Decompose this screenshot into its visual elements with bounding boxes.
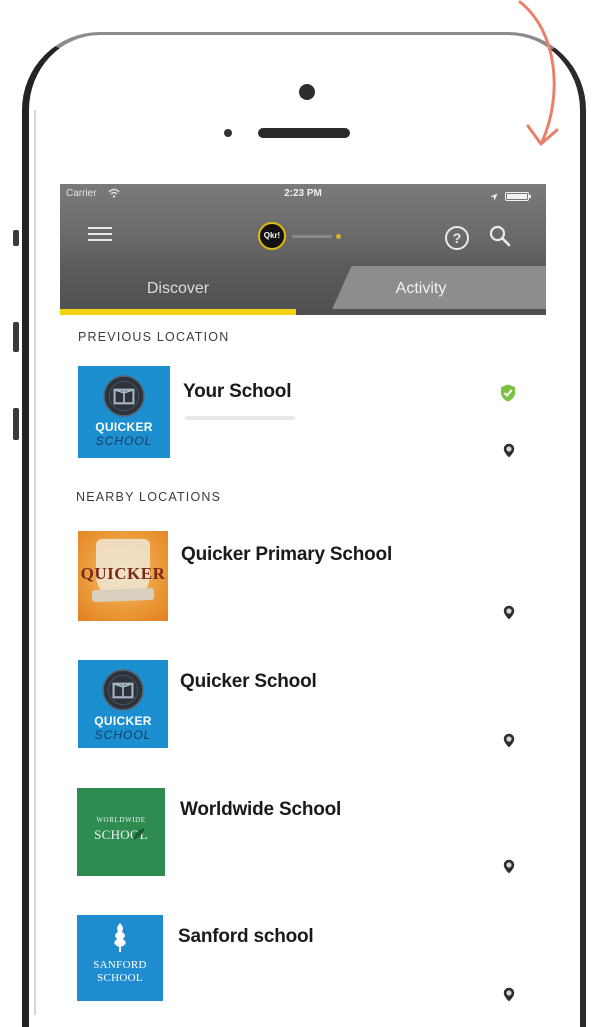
sanford-school-logo: SANFORD SCHOOL <box>77 915 163 1001</box>
hamburger-icon-line <box>88 239 112 241</box>
quicker-primary-school-logo: QUICKER <box>78 531 168 621</box>
app-screen: Carrier 2:23 PM Qkr! ? Discover Activity <box>60 184 546 1027</box>
location-name: Quicker School <box>180 671 317 692</box>
volume-up-button <box>13 322 19 352</box>
hamburger-icon-line <box>88 233 112 235</box>
active-tab-indicator <box>60 309 296 315</box>
front-camera <box>299 84 315 100</box>
location-pin-icon[interactable] <box>503 443 515 458</box>
earpiece-speaker <box>258 128 350 138</box>
hamburger-icon <box>88 227 112 229</box>
tab-discover[interactable]: Discover <box>60 266 296 309</box>
logo-text: SCHOOL <box>94 827 148 842</box>
location-pin-icon[interactable] <box>503 733 515 748</box>
location-name: Your School <box>183 381 292 402</box>
hamburger-menu-button[interactable] <box>86 224 114 246</box>
location-name: Worldwide School <box>180 799 342 820</box>
location-row-quicker-primary-school[interactable]: QUICKER Quicker Primary School <box>60 525 546 635</box>
location-name: Quicker Primary School <box>181 544 393 565</box>
book-emblem-icon <box>103 375 145 417</box>
logo-text: WORLDWIDE <box>96 816 146 824</box>
logo-text: SCHOOL <box>95 434 153 448</box>
location-pin-icon[interactable] <box>503 987 515 1002</box>
quicker-school-logo: QUICKER SCHOOL <box>78 660 168 748</box>
nearby-locations-heading: NEARBY LOCATIONS <box>76 490 222 504</box>
location-row-quicker-school[interactable]: QUICKER SCHOOL Quicker School <box>60 654 546 764</box>
tree-icon <box>114 923 126 952</box>
location-pin-icon[interactable] <box>503 605 515 620</box>
annotation-arrow <box>518 0 559 146</box>
tab-activity[interactable]: Activity <box>296 266 546 309</box>
logo-text: QUICKER <box>94 714 152 728</box>
quicker-school-logo: QUICKER SCHOOL <box>78 366 170 458</box>
qkr-logo: Qkr! <box>258 222 286 250</box>
phone-edge-line <box>34 110 36 1015</box>
logo-accent-dot <box>336 234 341 239</box>
book-emblem-icon <box>102 669 144 711</box>
leaf-mark-icon <box>133 828 145 840</box>
app-header: Carrier 2:23 PM Qkr! ? Discover Activity <box>60 184 546 315</box>
logo-text: QUICKER <box>95 420 153 434</box>
worldwide-school-logo: WORLDWIDE SCHOOL <box>77 788 165 876</box>
previous-location-heading: PREVIOUS LOCATION <box>78 330 230 344</box>
mute-switch <box>13 230 19 246</box>
location-row-your-school[interactable]: QUICKER SCHOOL Your School <box>60 360 546 470</box>
logo-tagline <box>292 235 332 238</box>
location-address-faded <box>185 416 295 420</box>
proximity-sensor <box>224 129 232 137</box>
logo-text: SCHOOL <box>97 972 143 984</box>
logo-ribbon <box>91 587 155 603</box>
location-row-worldwide-school[interactable]: WORLDWIDE SCHOOL Worldwide School <box>60 782 546 892</box>
shield-check-icon <box>501 384 515 402</box>
logo-text: QUICKER <box>80 564 166 583</box>
search-icon[interactable] <box>488 224 512 248</box>
help-icon[interactable]: ? <box>445 226 469 250</box>
location-row-sanford-school[interactable]: SANFORD SCHOOL Sanford school <box>60 909 546 1021</box>
location-arrow-icon <box>490 193 498 201</box>
volume-down-button <box>13 408 19 440</box>
location-name: Sanford school <box>178 926 314 947</box>
battery-icon <box>505 192 531 201</box>
logo-text: SCHOOL <box>94 728 152 742</box>
logo-text: SANFORD <box>93 959 147 971</box>
location-pin-icon[interactable] <box>503 859 515 874</box>
status-time: 2:23 PM <box>284 188 322 199</box>
